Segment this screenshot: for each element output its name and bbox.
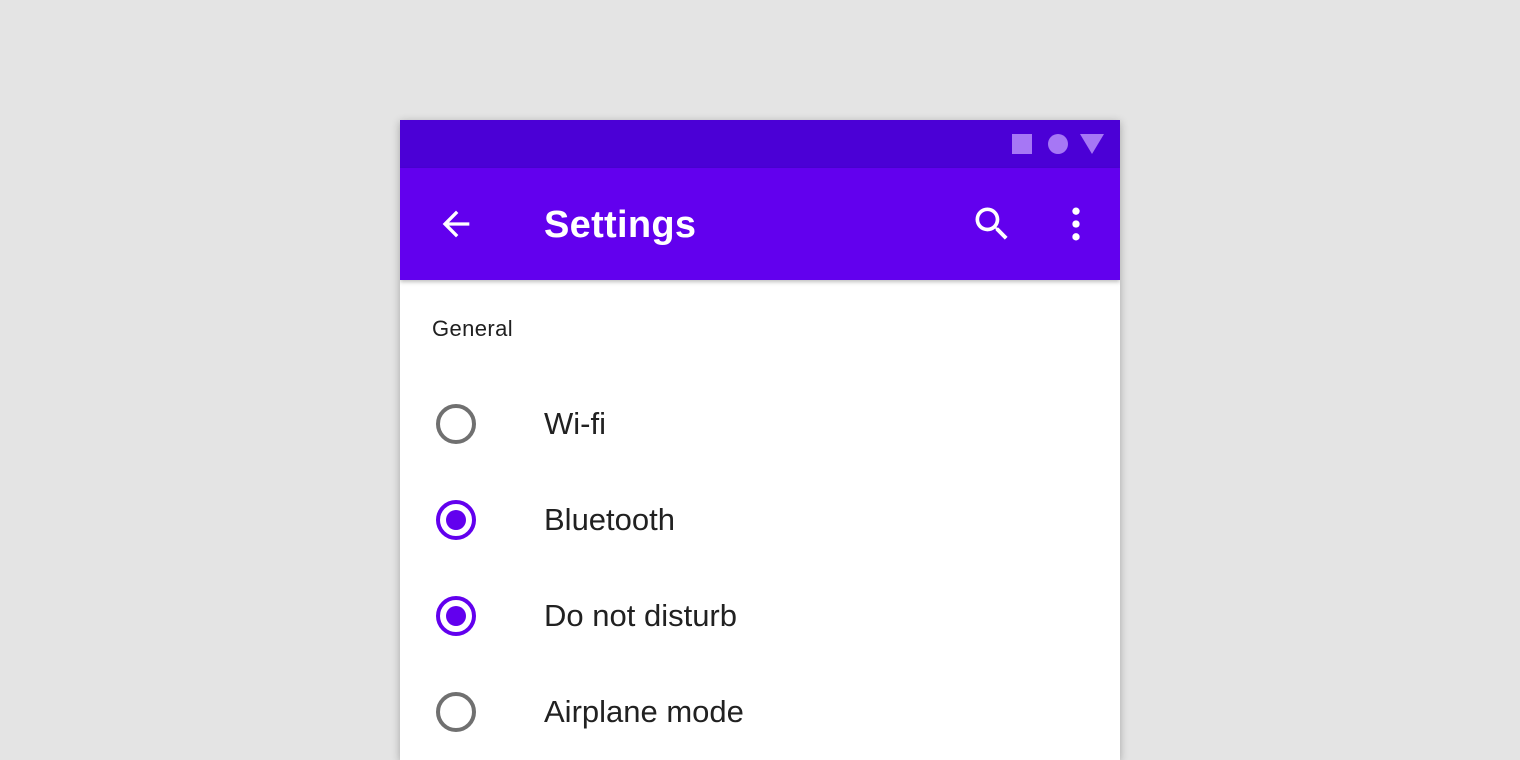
option-label: Airplane mode [544, 694, 744, 729]
option-row-bluetooth[interactable]: Bluetooth [400, 472, 1120, 568]
radio-dot [446, 606, 466, 626]
search-button[interactable] [968, 200, 1016, 248]
app-bar: Settings [400, 168, 1120, 280]
settings-list: General Wi-fi Bluetooth Do not disturb A… [400, 280, 1120, 760]
search-icon [975, 207, 1008, 240]
circle-icon [1048, 134, 1068, 154]
radio-button[interactable] [436, 500, 476, 540]
triangle-icon [1080, 134, 1104, 154]
radio-button[interactable] [436, 404, 476, 444]
option-row-do-not-disturb[interactable]: Do not disturb [400, 568, 1120, 664]
square-icon [1012, 134, 1032, 154]
more-vert-icon [1072, 207, 1080, 241]
page-title: Settings [544, 204, 697, 246]
option-row-airplane-mode[interactable]: Airplane mode [400, 664, 1120, 760]
option-row-wifi[interactable]: Wi-fi [400, 376, 1120, 472]
radio-dot [446, 510, 466, 530]
more-options-button[interactable] [1052, 200, 1100, 248]
radio-button[interactable] [436, 596, 476, 636]
phone-screen: Settings General Wi-fi Bluetooth Do not … [400, 120, 1120, 760]
status-bar [400, 120, 1120, 168]
option-label: Bluetooth [544, 502, 675, 537]
option-label: Wi-fi [544, 406, 606, 441]
radio-button[interactable] [436, 692, 476, 732]
arrow-back-icon [442, 210, 470, 238]
section-header: General [432, 316, 514, 341]
back-button[interactable] [432, 200, 480, 248]
option-label: Do not disturb [544, 598, 737, 633]
